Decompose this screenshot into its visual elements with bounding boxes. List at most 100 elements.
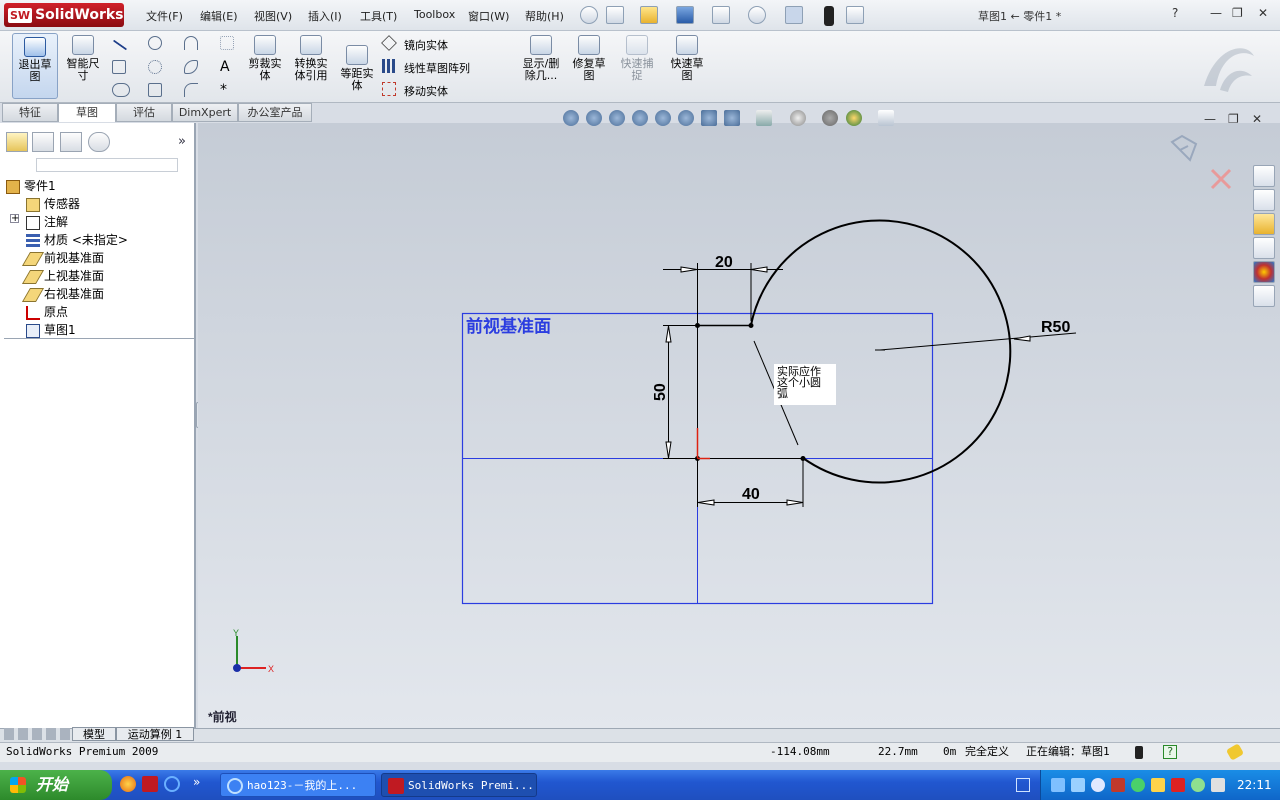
point-tool-icon[interactable]: * <box>220 83 234 97</box>
tray-volume-icon[interactable] <box>1211 778 1225 792</box>
close-button[interactable]: ✕ <box>1258 6 1268 20</box>
new-document-icon[interactable] <box>606 6 624 24</box>
rebuild-traffic-light-icon[interactable] <box>824 6 834 26</box>
browser-quicklaunch-icon[interactable] <box>120 776 136 792</box>
tab-office-products[interactable]: 办公室产品 <box>238 103 312 122</box>
grid-tool-icon[interactable] <box>220 36 234 50</box>
dimension-20-value[interactable]: 20 <box>715 254 733 271</box>
trim-entities-button[interactable]: 剪裁实体 <box>242 35 288 93</box>
ie-quicklaunch-icon[interactable] <box>164 776 180 792</box>
tray-shield-icon[interactable] <box>1191 778 1205 792</box>
rectangle-tool-icon[interactable] <box>112 60 126 74</box>
tray-alert-icon[interactable] <box>1111 778 1125 792</box>
options-icon[interactable] <box>846 6 864 24</box>
menu-toolbox[interactable]: Toolbox <box>414 8 455 21</box>
tree-item-origin[interactable]: 原点 <box>26 303 68 320</box>
tray-security-icon[interactable] <box>1091 778 1105 792</box>
repair-sketch-button[interactable]: 修复草图 <box>566 35 612 93</box>
convert-entities-button[interactable]: 转换实体引用 <box>288 35 334 93</box>
spline-tool-icon[interactable] <box>184 36 198 50</box>
arc-tool-icon[interactable] <box>148 60 162 74</box>
exit-sketch-button[interactable]: 退出草图 <box>12 33 58 99</box>
expand-panel-button[interactable]: » <box>178 134 186 149</box>
property-manager-tab[interactable] <box>32 132 54 152</box>
menu-view[interactable]: 视图(V) <box>254 8 292 24</box>
rebuild-status-icon[interactable] <box>1135 746 1143 759</box>
polygon-tool-icon[interactable] <box>148 83 162 97</box>
select-cursor-icon[interactable] <box>785 6 803 24</box>
quick-snap-icon <box>626 35 648 55</box>
text-tool-icon[interactable]: A <box>220 60 234 74</box>
mirror-entities-button[interactable]: 镜向实体 <box>404 37 448 53</box>
feature-tree-filter[interactable] <box>36 158 178 172</box>
menu-insert[interactable]: 插入(I) <box>308 8 342 24</box>
quick-tips-icon[interactable]: ? <box>1163 745 1177 759</box>
quick-snaps-button[interactable]: 快速捕捉 <box>614 35 660 93</box>
rapid-sketch-button[interactable]: 快速草图 <box>664 35 710 93</box>
print-icon[interactable] <box>712 6 730 24</box>
tree-item-front-plane[interactable]: 前视基准面 <box>21 249 104 266</box>
tray-update-icon[interactable] <box>1131 778 1145 792</box>
tab-dimxpert[interactable]: DimXpert <box>172 103 238 122</box>
dimension-r50-value[interactable]: R50 <box>1041 319 1070 336</box>
tab-model[interactable]: 模型 <box>72 727 116 741</box>
tree-item-sketch1[interactable]: 草图1 <box>26 321 76 338</box>
move-entities-button[interactable]: 移动实体 <box>404 83 448 99</box>
tree-item-sensors[interactable]: 传感器 <box>26 195 80 212</box>
configuration-manager-tab[interactable] <box>60 132 82 152</box>
tray-antivirus-icon[interactable] <box>1171 778 1185 792</box>
solidworks-logo[interactable]: SW SolidWorks <box>4 3 124 27</box>
undo-icon[interactable] <box>748 6 766 24</box>
menu-help[interactable]: 帮助(H) <box>525 8 564 24</box>
tray-network-icon[interactable] <box>1051 778 1065 792</box>
sketch1-geometry[interactable] <box>697 219 1012 484</box>
tree-item-annotations[interactable]: 注解 <box>26 213 68 230</box>
dimension-50-value[interactable]: 50 <box>652 383 669 401</box>
tab-scroll-arrows[interactable] <box>4 728 70 740</box>
sketch-point[interactable] <box>748 323 754 328</box>
solidworks-quicklaunch-icon[interactable] <box>142 776 158 792</box>
open-folder-icon[interactable] <box>640 6 658 24</box>
offset-entities-button[interactable]: 等距实体 <box>334 45 380 103</box>
tab-features[interactable]: 特征 <box>2 103 58 122</box>
tree-item-label: 上视基准面 <box>44 269 105 283</box>
tab-evaluate[interactable]: 评估 <box>116 103 172 122</box>
taskbar-item-solidworks[interactable]: SolidWorks Premi... <box>381 773 537 797</box>
menu-window[interactable]: 窗口(W) <box>468 8 509 24</box>
linear-pattern-button[interactable]: 线性草图阵列 <box>404 60 470 76</box>
show-delete-relations-button[interactable]: 显示/删除几... <box>518 35 564 93</box>
dimension-40-value[interactable]: 40 <box>742 486 760 503</box>
save-icon[interactable] <box>676 6 694 24</box>
dimxpert-manager-tab[interactable] <box>88 132 110 152</box>
start-button[interactable]: 开始 <box>0 770 112 800</box>
keyboard-icon[interactable] <box>1016 778 1030 792</box>
menu-file[interactable]: 文件(F) <box>146 8 183 24</box>
pin-icon[interactable] <box>580 6 598 24</box>
smart-dimension-button[interactable]: 智能尺寸 <box>60 35 106 93</box>
feature-manager-tab[interactable] <box>6 132 28 152</box>
tree-item-material[interactable]: 材质 <未指定> <box>26 231 128 248</box>
help-button[interactable]: ? <box>1172 6 1178 20</box>
menu-tools[interactable]: 工具(T) <box>360 8 397 24</box>
restore-button[interactable]: ❐ <box>1232 6 1243 20</box>
tag-icon[interactable] <box>1225 743 1245 761</box>
tree-item-right-plane[interactable]: 右视基准面 <box>21 285 104 302</box>
quicklaunch-expand[interactable]: » <box>193 775 200 789</box>
minimize-button[interactable]: — <box>1210 6 1222 20</box>
tray-tool-icon[interactable] <box>1151 778 1165 792</box>
tree-item-top-plane[interactable]: 上视基准面 <box>21 267 105 284</box>
expand-annotations-toggle[interactable]: + <box>10 214 19 224</box>
tree-item-part[interactable]: 零件1 <box>6 177 56 194</box>
exit-sketch-label: 退出草图 <box>18 58 52 83</box>
sketch-arc-r50[interactable] <box>750 219 1012 484</box>
fillet-tool-icon[interactable] <box>184 83 198 97</box>
tab-sketch[interactable]: 草图 <box>58 103 116 122</box>
menu-edit[interactable]: 编辑(E) <box>200 8 238 24</box>
circle-tool-icon[interactable] <box>148 36 162 50</box>
taskbar-item-browser[interactable]: hao123-－我的上... <box>220 773 376 797</box>
tab-motion-study[interactable]: 运动算例 1 <box>116 727 194 741</box>
sketch-canvas[interactable]: 前视基准面 20 50 40 R50 实际应作 这个小圆 弧 Y X *前视 <box>198 123 1280 728</box>
ds-logo <box>1196 36 1260 96</box>
tray-display-icon[interactable] <box>1071 778 1085 792</box>
slot-tool-icon[interactable] <box>112 83 130 97</box>
